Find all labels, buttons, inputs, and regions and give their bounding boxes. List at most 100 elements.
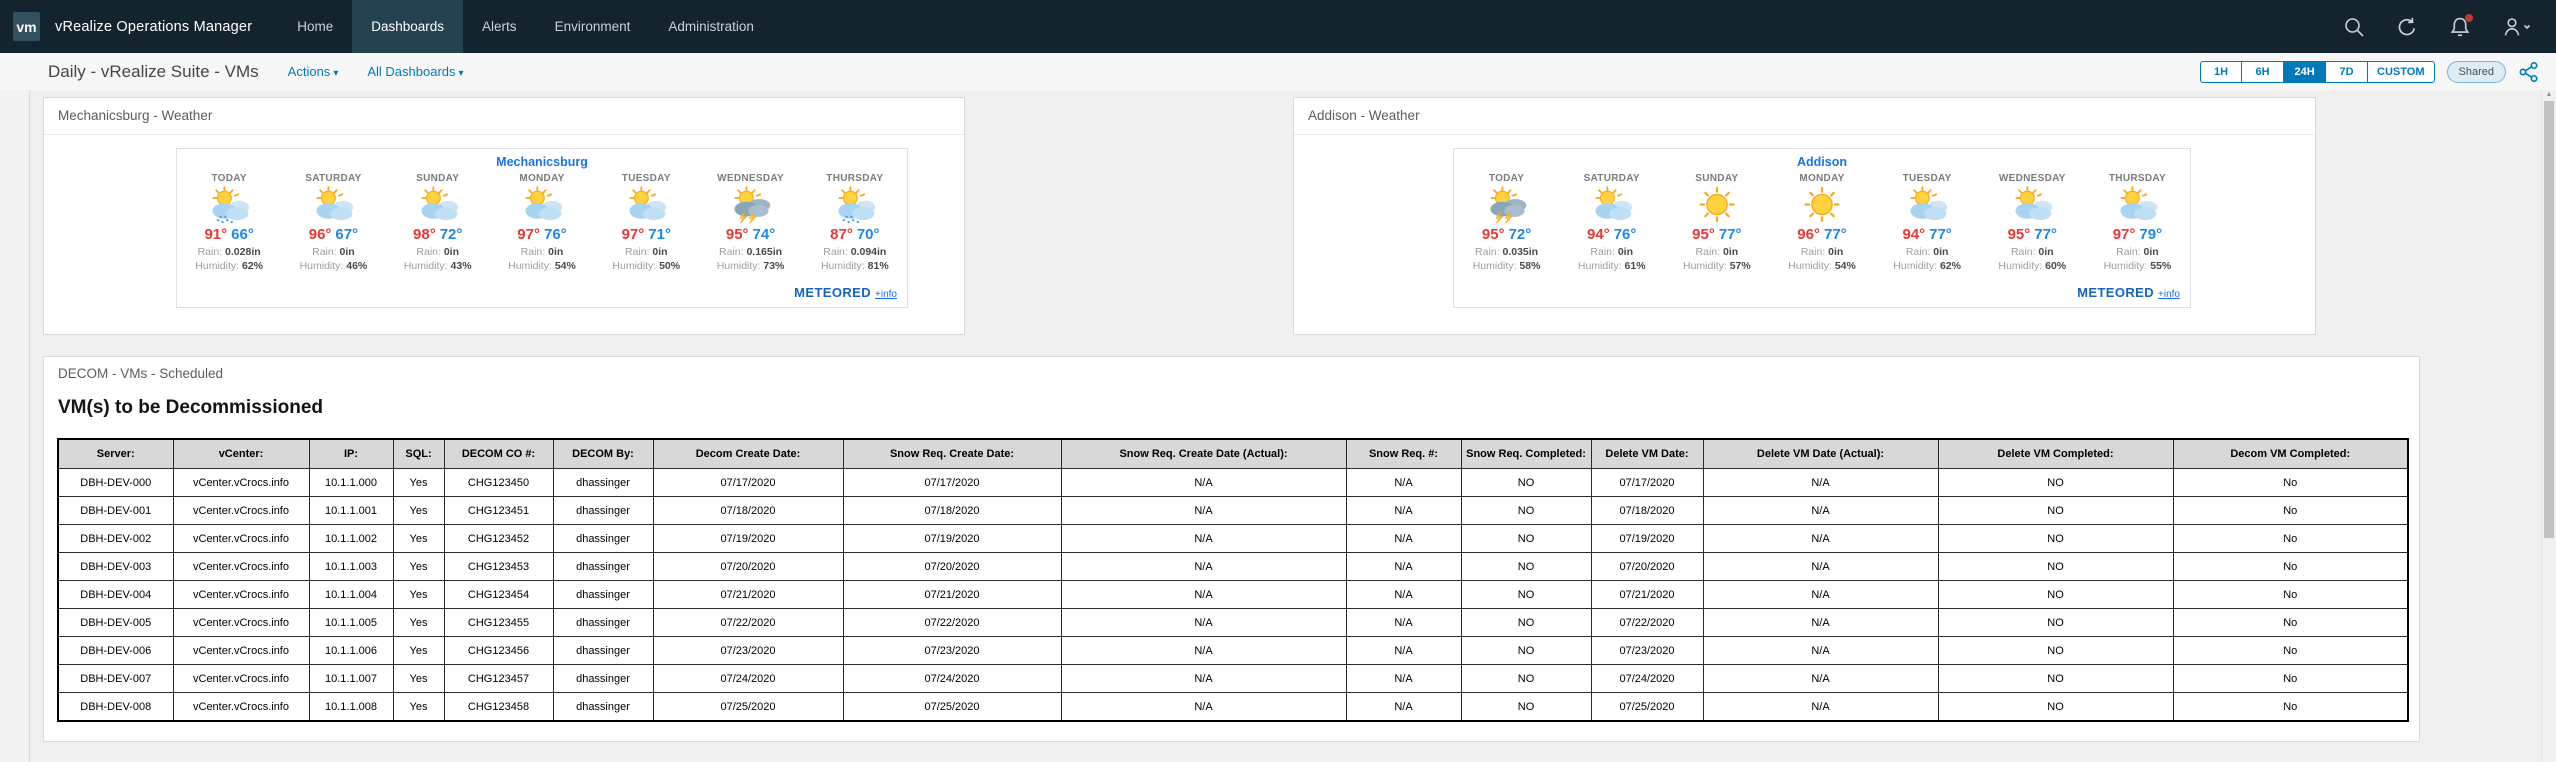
- sun-cloud-storm-icon: [698, 185, 802, 226]
- refresh-icon[interactable]: [2396, 16, 2418, 38]
- share-icon[interactable]: [2518, 61, 2540, 83]
- table-cell: dhassinger: [553, 693, 653, 722]
- low-temp: 70°: [857, 226, 880, 243]
- chevron-down-icon: ▾: [459, 68, 464, 79]
- time-range-group: 1H6H24H7DCUSTOM: [2200, 61, 2434, 83]
- sun-cloud-icon: [281, 185, 385, 226]
- table-cell: NO: [1938, 693, 2173, 722]
- table-cell: N/A: [1061, 609, 1346, 637]
- vertical-scrollbar[interactable]: ▲: [2541, 88, 2556, 762]
- table-cell: No: [2173, 665, 2408, 693]
- table-cell: 07/17/2020: [843, 469, 1061, 497]
- table-cell: 07/22/2020: [1591, 609, 1703, 637]
- table-cell: Yes: [393, 469, 444, 497]
- time-range-custom[interactable]: CUSTOM: [2368, 61, 2434, 83]
- nav-item-environment[interactable]: Environment: [536, 0, 650, 53]
- table-cell: dhassinger: [553, 497, 653, 525]
- table-cell: 07/18/2020: [843, 497, 1061, 525]
- time-range-24h[interactable]: 24H: [2284, 61, 2326, 83]
- rain-metric: Rain: 0in: [1980, 246, 2085, 258]
- table-cell: N/A: [1703, 609, 1938, 637]
- humidity-metric: Humidity: 81%: [803, 260, 907, 272]
- table-cell: N/A: [1061, 665, 1346, 693]
- scrollbar-thumb[interactable]: [2544, 101, 2554, 538]
- col-header-decom-vm-completed: Decom VM Completed:: [2173, 439, 2408, 469]
- table-cell: 10.1.1.003: [309, 553, 393, 581]
- table-row-dbh-dev-001: DBH-DEV-001vCenter.vCrocs.info10.1.1.001…: [58, 497, 2408, 525]
- table-cell: NO: [1938, 497, 2173, 525]
- nav-item-alerts[interactable]: Alerts: [463, 0, 536, 53]
- table-cell: NO: [1938, 469, 2173, 497]
- nav-item-administration[interactable]: Administration: [649, 0, 773, 53]
- user-icon[interactable]: [2502, 16, 2532, 38]
- all-dashboards-menu[interactable]: All Dashboards▾: [367, 64, 463, 79]
- forecast-day-wednesday: WEDNESDAY95°74°Rain: 0.165inHumidity: 73…: [698, 173, 802, 272]
- rain-metric: Rain: 0.165in: [698, 246, 802, 258]
- table-cell: CHG123451: [444, 497, 553, 525]
- high-temp: 97°: [2113, 226, 2136, 243]
- weather-widget-mechanicsburg: Mechanicsburg - Weather Mechanicsburg TO…: [43, 97, 965, 335]
- table-row-dbh-dev-003: DBH-DEV-003vCenter.vCrocs.info10.1.1.003…: [58, 553, 2408, 581]
- temperatures: 97°76°: [490, 226, 594, 243]
- humidity-metric: Humidity: 55%: [2085, 260, 2190, 272]
- table-cell: vCenter.vCrocs.info: [173, 553, 309, 581]
- day-label: TODAY: [1454, 173, 1559, 184]
- app-title: vRealize Operations Manager: [55, 19, 252, 35]
- high-temp: 98°: [413, 226, 436, 243]
- table-cell: vCenter.vCrocs.info: [173, 665, 309, 693]
- low-temp: 77°: [2034, 226, 2057, 243]
- table-cell: Yes: [393, 525, 444, 553]
- humidity-metric: Humidity: 61%: [1559, 260, 1664, 272]
- day-label: MONDAY: [1769, 173, 1874, 184]
- sun-cloud-icon: [1875, 185, 1980, 226]
- dashboard-content: Mechanicsburg - Weather Mechanicsburg TO…: [0, 90, 2556, 762]
- temperatures: 96°67°: [281, 226, 385, 243]
- rain-metric: Rain: 0in: [1664, 246, 1769, 258]
- meteored-logo-link[interactable]: METEORED: [794, 285, 871, 300]
- table-cell: CHG123456: [444, 637, 553, 665]
- nav-item-dashboards[interactable]: Dashboards: [352, 0, 463, 53]
- rain-metric: Rain: 0in: [594, 246, 698, 258]
- sun-cloud-rain-icon: [177, 185, 281, 226]
- temperatures: 95°77°: [1980, 226, 2085, 243]
- temperatures: 95°77°: [1664, 226, 1769, 243]
- time-range-7d[interactable]: 7D: [2326, 61, 2368, 83]
- scroll-up-arrow-icon[interactable]: ▲: [2542, 88, 2556, 102]
- forecast-day-wednesday: WEDNESDAY95°77°Rain: 0inHumidity: 60%: [1980, 173, 2085, 272]
- decom-table: Server:vCenter:IP:SQL:DECOM CO #:DECOM B…: [57, 438, 2409, 722]
- time-range-6h[interactable]: 6H: [2242, 61, 2284, 83]
- temperatures: 98°72°: [386, 226, 490, 243]
- sun-cloud-rain-icon: [803, 185, 907, 226]
- high-temp: 95°: [726, 226, 749, 243]
- table-cell: 10.1.1.006: [309, 637, 393, 665]
- widget-title: Mechanicsburg - Weather: [44, 98, 964, 135]
- forecast-day-monday: MONDAY96°77°Rain: 0inHumidity: 54%: [1769, 173, 1874, 272]
- table-cell: NO: [1461, 497, 1591, 525]
- table-cell: DBH-DEV-008: [58, 693, 173, 722]
- info-link[interactable]: +info: [2158, 289, 2180, 300]
- sun-icon: [1769, 185, 1874, 226]
- humidity-metric: Humidity: 54%: [490, 260, 594, 272]
- actions-menu[interactable]: Actions▾: [288, 64, 339, 79]
- time-range-1h[interactable]: 1H: [2200, 61, 2242, 83]
- high-temp: 94°: [1902, 226, 1925, 243]
- shared-badge: Shared: [2447, 61, 2506, 83]
- table-cell: 07/17/2020: [653, 469, 843, 497]
- forecast-day-thursday: THURSDAY87°70°Rain: 0.094inHumidity: 81%: [803, 173, 907, 272]
- table-cell: N/A: [1061, 637, 1346, 665]
- info-link[interactable]: +info: [875, 289, 897, 300]
- nav-item-home[interactable]: Home: [278, 0, 352, 53]
- vrealize-operations-screen: vm vRealize Operations Manager HomeDashb…: [0, 0, 2556, 762]
- rain-metric: Rain: 0in: [1559, 246, 1664, 258]
- vmware-logo: vm: [13, 12, 40, 41]
- main-nav: HomeDashboardsAlertsEnvironmentAdministr…: [278, 0, 773, 53]
- table-row-dbh-dev-000: DBH-DEV-000vCenter.vCrocs.info10.1.1.000…: [58, 469, 2408, 497]
- table-cell: Yes: [393, 497, 444, 525]
- meteored-logo-link[interactable]: METEORED: [2077, 285, 2154, 300]
- sun-cloud-icon: [1980, 185, 2085, 226]
- search-icon[interactable]: [2343, 16, 2365, 38]
- day-label: SUNDAY: [386, 173, 490, 184]
- forecast-day-today: TODAY95°72°Rain: 0.035inHumidity: 58%: [1454, 173, 1559, 272]
- notifications-icon[interactable]: [2449, 16, 2471, 38]
- temperatures: 87°70°: [803, 226, 907, 243]
